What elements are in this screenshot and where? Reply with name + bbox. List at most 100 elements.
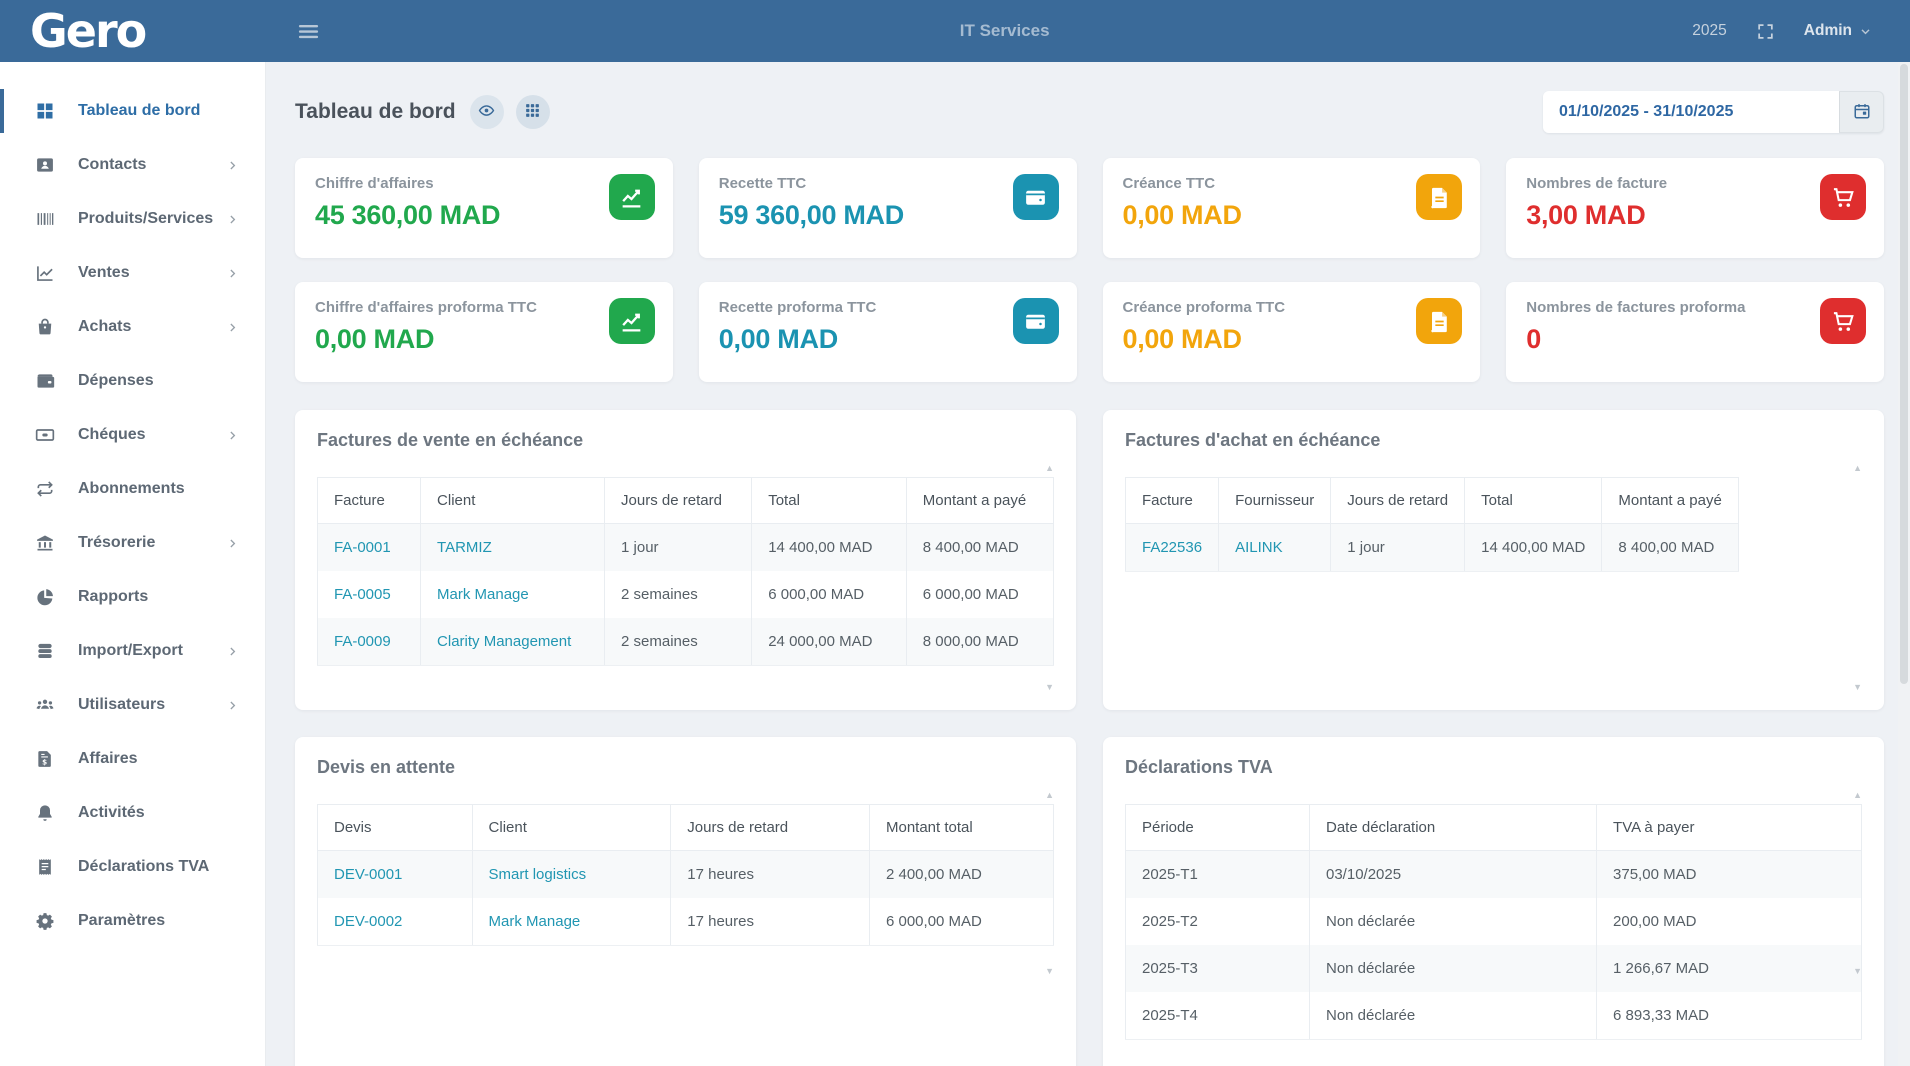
sidebar: Tableau de bordContactsProduits/Services… bbox=[0, 62, 265, 1066]
table-cell: 375,00 MAD bbox=[1597, 851, 1862, 899]
pie-icon bbox=[34, 586, 56, 608]
client-link[interactable]: Mark Manage bbox=[437, 586, 529, 603]
users-icon bbox=[34, 694, 56, 716]
column-header: Montant a payé bbox=[1602, 478, 1738, 524]
wallet-icon bbox=[1013, 174, 1059, 220]
date-range-input[interactable] bbox=[1543, 91, 1839, 133]
page-title: Tableau de bord bbox=[295, 100, 456, 124]
gear-icon bbox=[34, 910, 56, 932]
declarations-tva-table: PériodeDate déclarationTVA à payer2025-T… bbox=[1125, 804, 1862, 1040]
sidebar-item-contacts[interactable]: Contacts bbox=[0, 138, 265, 192]
sidebar-item-affaires[interactable]: $Affaires bbox=[0, 732, 265, 786]
database-icon bbox=[34, 640, 56, 662]
sidebar-item-rapports[interactable]: Rapports bbox=[0, 570, 265, 624]
table-cell: Non déclarée bbox=[1310, 945, 1597, 992]
table-cell: 2025-T3 bbox=[1126, 945, 1310, 992]
file-lines-icon bbox=[1416, 298, 1462, 344]
kpi-label: Recette TTC bbox=[719, 175, 1057, 192]
kpi-value: 45 360,00 MAD bbox=[315, 200, 653, 231]
chevron-right-icon bbox=[226, 321, 239, 334]
record-link[interactable]: FA-0009 bbox=[334, 633, 391, 650]
record-link[interactable]: FA-0001 bbox=[334, 539, 391, 556]
column-header: Date déclaration bbox=[1310, 805, 1597, 851]
sidebar-item-label: Paramètres bbox=[78, 912, 239, 930]
kpi-value: 0,00 MAD bbox=[315, 324, 653, 355]
column-header: Jours de retard bbox=[671, 805, 870, 851]
chevron-right-icon bbox=[226, 267, 239, 280]
record-link[interactable]: FA-0005 bbox=[334, 586, 391, 603]
sidebar-item-import-export[interactable]: Import/Export bbox=[0, 624, 265, 678]
client-link[interactable]: Clarity Management bbox=[437, 633, 571, 650]
sidebar-item-activites[interactable]: Activités bbox=[0, 786, 265, 840]
bank-icon bbox=[34, 532, 56, 554]
sidebar-item-label: Abonnements bbox=[78, 480, 239, 498]
sidebar-item-abonnements[interactable]: Abonnements bbox=[0, 462, 265, 516]
calendar-icon bbox=[1853, 102, 1871, 123]
panel-factures-d-achat-en-echeance: Factures d'achat en échéance▲FactureFour… bbox=[1103, 410, 1884, 710]
table-cell: 6 893,33 MAD bbox=[1597, 992, 1862, 1040]
sidebar-item-utilisateurs[interactable]: Utilisateurs bbox=[0, 678, 265, 732]
kpi-value: 59 360,00 MAD bbox=[719, 200, 1057, 231]
sidebar-item-produits-services[interactable]: Produits/Services bbox=[0, 192, 265, 246]
chart-line-icon bbox=[609, 174, 655, 220]
column-header: Facture bbox=[318, 478, 421, 524]
record-link[interactable]: FA22536 bbox=[1142, 539, 1202, 556]
chevron-right-icon bbox=[226, 699, 239, 712]
sidebar-item-label: Utilisateurs bbox=[78, 696, 226, 714]
sidebar-item-label: Achats bbox=[78, 318, 226, 336]
client-link[interactable]: Mark Manage bbox=[489, 913, 581, 930]
table-row: 2025-T103/10/2025375,00 MAD bbox=[1126, 851, 1862, 899]
widgets-layout-button[interactable] bbox=[516, 95, 550, 129]
sidebar-item-label: Dépenses bbox=[78, 372, 239, 390]
topbar-actions: 2025 Admin bbox=[1692, 20, 1910, 43]
kpi-label: Recette proforma TTC bbox=[719, 299, 1057, 316]
table-cell: 2 400,00 MAD bbox=[869, 851, 1053, 899]
sidebar-item-tresorerie[interactable]: Trésorerie bbox=[0, 516, 265, 570]
table-cell: 8 000,00 MAD bbox=[906, 618, 1053, 666]
sidebar-item-ventes[interactable]: Ventes bbox=[0, 246, 265, 300]
table-cell: 6 000,00 MAD bbox=[752, 571, 907, 618]
fullscreen-button[interactable] bbox=[1754, 20, 1777, 43]
sidebar-item-depenses[interactable]: Dépenses bbox=[0, 354, 265, 408]
factures-de-vente-en-echeance-table: FactureClientJours de retardTotalMontant… bbox=[317, 477, 1054, 666]
dashboard-panels: Factures de vente en échéance▲FactureCli… bbox=[295, 410, 1884, 1066]
column-header: Facture bbox=[1126, 478, 1219, 524]
sidebar-item-tableau-de-bord[interactable]: Tableau de bord bbox=[0, 84, 265, 138]
kpi-card-chiffre-d-affaires: Chiffre d'affaires45 360,00 MAD bbox=[295, 158, 673, 258]
kpi-value: 0,00 MAD bbox=[1123, 200, 1461, 231]
table-row: FA22536AILINK1 jour14 400,00 MAD8 400,00… bbox=[1126, 524, 1739, 572]
table-row: FA-0001TARMIZ1 jour14 400,00 MAD8 400,00… bbox=[318, 524, 1054, 572]
sidebar-item-parametres[interactable]: Paramètres bbox=[0, 894, 265, 948]
table-cell: 200,00 MAD bbox=[1597, 898, 1862, 945]
menu-toggle-button[interactable] bbox=[293, 16, 324, 47]
kpi-cards: Chiffre d'affaires45 360,00 MAD Recette T… bbox=[295, 158, 1884, 382]
client-link[interactable]: Smart logistics bbox=[489, 866, 587, 883]
scrollbar-thumb[interactable] bbox=[1900, 64, 1908, 684]
record-link[interactable]: DEV-0002 bbox=[334, 913, 402, 930]
hamburger-icon bbox=[297, 20, 320, 43]
sidebar-item-cheques[interactable]: Chéques bbox=[0, 408, 265, 462]
sidebar-item-label: Affaires bbox=[78, 750, 239, 768]
toggle-visibility-button[interactable] bbox=[470, 95, 504, 129]
sidebar-item-declarations-tva[interactable]: Déclarations TVA bbox=[0, 840, 265, 894]
sidebar-nav: Tableau de bordContactsProduits/Services… bbox=[0, 84, 265, 948]
kpi-label: Nombres de factures proforma bbox=[1526, 299, 1864, 316]
client-link[interactable]: AILINK bbox=[1235, 539, 1283, 556]
record-link[interactable]: DEV-0001 bbox=[334, 866, 402, 883]
kpi-label: Chiffre d'affaires proforma TTC bbox=[315, 299, 653, 316]
calendar-button[interactable] bbox=[1839, 91, 1884, 133]
date-range-picker bbox=[1543, 91, 1884, 133]
year-selector[interactable]: 2025 bbox=[1692, 22, 1726, 40]
cart-icon bbox=[1820, 298, 1866, 344]
app-logo[interactable]: Gero bbox=[0, 0, 265, 62]
kpi-label: Nombres de facture bbox=[1526, 175, 1864, 192]
kpi-card-nombres-de-facture: Nombres de facture3,00 MAD bbox=[1506, 158, 1884, 258]
user-menu[interactable]: Admin bbox=[1804, 22, 1872, 40]
client-link[interactable]: TARMIZ bbox=[437, 539, 492, 556]
page-scrollbar[interactable] bbox=[1898, 62, 1910, 1066]
table-cell: 17 heures bbox=[671, 898, 870, 946]
sidebar-item-achats[interactable]: Achats bbox=[0, 300, 265, 354]
chart-line-icon bbox=[609, 298, 655, 344]
column-header: Montant a payé bbox=[906, 478, 1053, 524]
table-cell: 2025-T4 bbox=[1126, 992, 1310, 1040]
